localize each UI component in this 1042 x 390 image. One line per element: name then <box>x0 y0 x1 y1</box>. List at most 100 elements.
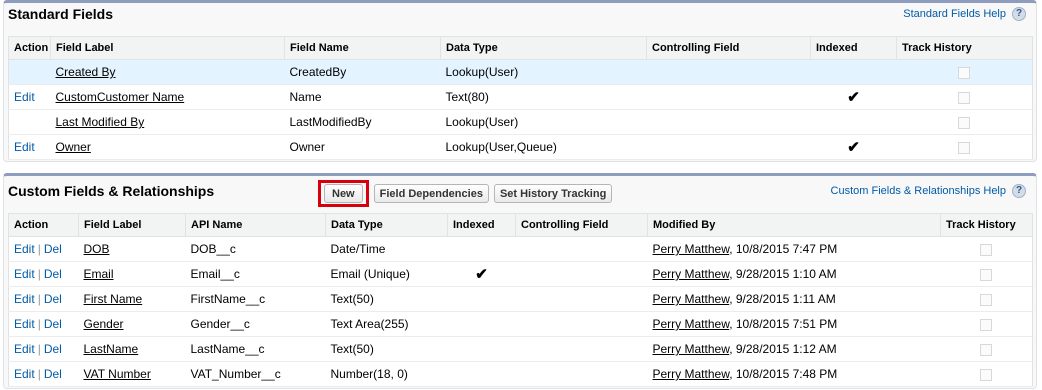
indexed-cell <box>810 109 897 135</box>
modified-by-cell: Perry Matthew, 9/28/2015 1:10 AM <box>647 261 941 287</box>
track-history-cell <box>940 336 1033 362</box>
modified-by-user-link[interactable]: Perry Matthew <box>653 242 730 256</box>
table-row: Last Modified By LastModifiedBy Lookup(Use… <box>8 109 1033 135</box>
del-link[interactable]: Del <box>44 317 62 331</box>
indexed-cell <box>447 361 516 387</box>
check-icon: ✔ <box>847 89 860 106</box>
data-type-cell: Text(80) <box>440 84 647 110</box>
track-history-checkbox <box>980 243 993 256</box>
modified-by-user-link[interactable]: Perry Matthew <box>653 267 730 281</box>
del-link[interactable]: Del <box>44 267 62 281</box>
question-icon[interactable]: ? <box>1012 184 1026 198</box>
action-cell <box>8 109 51 135</box>
standard-fields-help-link[interactable]: Standard Fields Help <box>903 8 1006 20</box>
col-track-history: Track History <box>896 36 1033 60</box>
custom-fields-button-bar: New Field Dependencies Set History Track… <box>318 180 613 207</box>
edit-link[interactable]: Edit <box>14 267 35 281</box>
track-history-cell <box>896 59 1033 85</box>
table-row: Edit | Del Email Email__c Email (Unique) ✔ Perr… <box>8 261 1033 287</box>
api-name-cell: DOB__c <box>185 236 326 262</box>
field-name-cell: CreatedBy <box>284 59 441 85</box>
api-name-cell: Email__c <box>185 261 326 287</box>
col-controlling-field: Controlling Field <box>515 213 648 237</box>
field-label-link[interactable]: CustomCustomer Name <box>56 90 185 104</box>
field-label-link[interactable]: Last Modified By <box>56 115 145 129</box>
table-row: Edit CustomCustomer Name Name Text(80) ✔ <box>8 84 1033 110</box>
edit-link[interactable]: Edit <box>14 242 35 256</box>
del-link[interactable]: Del <box>44 242 62 256</box>
field-dependencies-button[interactable]: Field Dependencies <box>373 184 489 203</box>
standard-fields-header-row: Action Field Label Field Name Data Type … <box>8 36 1033 60</box>
edit-link[interactable]: Edit <box>14 317 35 331</box>
data-type-cell: Text Area(255) <box>325 311 448 337</box>
field-label-cell: First Name <box>78 286 186 312</box>
modified-by-user-link[interactable]: Perry Matthew <box>653 367 730 381</box>
field-label-link[interactable]: VAT Number <box>84 367 151 381</box>
field-label-link[interactable]: Gender <box>84 317 124 331</box>
field-label-link[interactable]: LastName <box>84 342 139 356</box>
track-history-checkbox <box>980 268 993 281</box>
modified-by-cell: Perry Matthew, 9/28/2015 1:11 AM <box>647 286 941 312</box>
track-history-checkbox <box>980 343 993 356</box>
data-type-cell: Date/Time <box>325 236 448 262</box>
edit-link[interactable]: Edit <box>14 367 35 381</box>
track-history-cell <box>940 311 1033 337</box>
indexed-cell <box>447 311 516 337</box>
table-row: Edit | Del First Name FirstName__c Text(50) Pe… <box>8 286 1033 312</box>
modified-date: , 9/28/2015 1:10 AM <box>729 267 837 281</box>
modified-date: , 9/28/2015 1:11 AM <box>729 292 836 306</box>
custom-fields-table: Action Field Label API Name Data Type In… <box>8 213 1033 387</box>
modified-by-user-link[interactable]: Perry Matthew <box>653 342 730 356</box>
col-modified-by: Modified By <box>647 213 941 237</box>
field-label-link[interactable]: Created By <box>56 65 116 79</box>
standard-fields-help: Standard Fields Help ? <box>903 7 1026 21</box>
field-name-cell: LastModifiedBy <box>284 109 441 135</box>
field-label-cell: Owner <box>50 134 285 160</box>
edit-link[interactable]: Edit <box>14 90 35 104</box>
modified-by-user-link[interactable]: Perry Matthew <box>653 292 730 306</box>
modified-by-cell: Perry Matthew, 10/8/2015 7:48 PM <box>647 361 941 387</box>
action-separator: | <box>37 342 41 356</box>
field-label-link[interactable]: First Name <box>84 292 143 306</box>
del-link[interactable]: Del <box>44 367 62 381</box>
new-button[interactable]: New <box>324 184 363 203</box>
field-label-link[interactable]: Owner <box>56 140 91 154</box>
data-type-cell: Lookup(User,Queue) <box>440 134 647 160</box>
track-history-checkbox <box>980 318 993 331</box>
edit-link[interactable]: Edit <box>14 292 35 306</box>
col-field-label: Field Label <box>50 36 285 60</box>
del-link[interactable]: Del <box>44 342 62 356</box>
del-link[interactable]: Del <box>44 292 62 306</box>
indexed-cell <box>447 336 516 362</box>
modified-by-user-link[interactable]: Perry Matthew <box>653 317 730 331</box>
modified-date: , 10/8/2015 7:47 PM <box>729 242 838 256</box>
controlling-field-cell <box>646 134 811 160</box>
table-row: Edit | Del DOB DOB__c Date/Time Perry Matthew,… <box>8 236 1033 262</box>
custom-fields-header-row: Action Field Label API Name Data Type In… <box>8 213 1033 237</box>
field-label-cell: VAT Number <box>78 361 186 387</box>
set-history-tracking-button[interactable]: Set History Tracking <box>493 184 613 203</box>
col-field-label: Field Label <box>78 213 186 237</box>
custom-fields-help: Custom Fields & Relationships Help ? <box>831 184 1026 198</box>
custom-fields-help-link[interactable]: Custom Fields & Relationships Help <box>831 185 1006 197</box>
controlling-field-cell <box>646 84 811 110</box>
edit-link[interactable]: Edit <box>14 342 35 356</box>
track-history-cell <box>940 286 1033 312</box>
standard-fields-panel: Standard Fields Standard Fields Help ? A… <box>3 0 1037 162</box>
field-label-cell: CustomCustomer Name <box>50 84 285 110</box>
track-history-cell <box>940 361 1033 387</box>
edit-link[interactable]: Edit <box>14 140 35 154</box>
data-type-cell: Lookup(User) <box>440 109 647 135</box>
field-label-link[interactable]: Email <box>84 267 114 281</box>
field-label-link[interactable]: DOB <box>84 242 110 256</box>
controlling-field-cell <box>515 336 648 362</box>
modified-date: , 10/8/2015 7:51 PM <box>729 317 838 331</box>
api-name-cell: Gender__c <box>185 311 326 337</box>
question-icon[interactable]: ? <box>1012 7 1026 21</box>
field-label-cell: Last Modified By <box>50 109 285 135</box>
track-history-cell <box>896 134 1033 160</box>
controlling-field-cell <box>515 311 648 337</box>
custom-fields-title: Custom Fields & Relationships <box>8 183 215 199</box>
table-row: Edit Owner Owner Lookup(User,Queue) ✔ <box>8 134 1033 160</box>
indexed-cell: ✔ <box>810 84 897 110</box>
